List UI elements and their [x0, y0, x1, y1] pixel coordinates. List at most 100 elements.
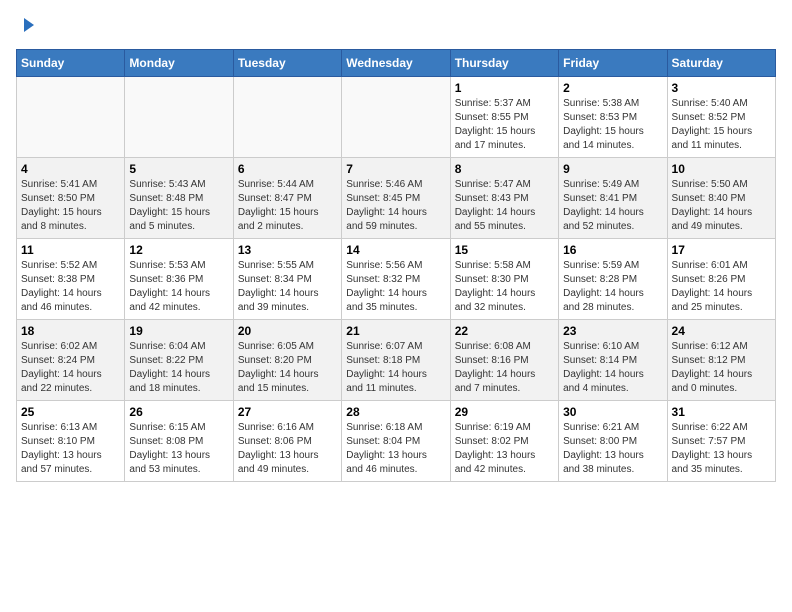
day-info: Sunrise: 5:41 AM Sunset: 8:50 PM Dayligh… [21, 179, 102, 232]
day-number: 15 [455, 243, 554, 257]
calendar-table: SundayMondayTuesdayWednesdayThursdayFrid… [16, 49, 776, 482]
day-number: 27 [238, 405, 337, 419]
day-info: Sunrise: 5:59 AM Sunset: 8:28 PM Dayligh… [563, 260, 644, 313]
day-info: Sunrise: 6:10 AM Sunset: 8:14 PM Dayligh… [563, 341, 644, 394]
day-info: Sunrise: 5:46 AM Sunset: 8:45 PM Dayligh… [346, 179, 427, 232]
calendar-day-cell: 12Sunrise: 5:53 AM Sunset: 8:36 PM Dayli… [125, 239, 233, 320]
day-info: Sunrise: 6:21 AM Sunset: 8:00 PM Dayligh… [563, 422, 644, 475]
calendar-header-row: SundayMondayTuesdayWednesdayThursdayFrid… [17, 50, 776, 77]
logo [16, 16, 36, 39]
day-info: Sunrise: 6:02 AM Sunset: 8:24 PM Dayligh… [21, 341, 102, 394]
weekday-header-monday: Monday [125, 50, 233, 77]
calendar-day-cell: 28 Sunrise: 6:18 AM Sunset: 8:04 PM Dayli… [342, 401, 450, 482]
day-number: 1 [455, 81, 554, 95]
day-info: Sunrise: 5:50 AM Sunset: 8:40 PM Dayligh… [672, 179, 753, 232]
day-number: 5 [129, 162, 228, 176]
day-info: Sunrise: 6:08 AM Sunset: 8:16 PM Dayligh… [455, 341, 536, 394]
day-number: 23 [563, 324, 662, 338]
day-info: Sunrise: 6:04 AM Sunset: 8:22 PM Dayligh… [129, 341, 210, 394]
day-info: Sunrise: 5:43 AM Sunset: 8:48 PM Dayligh… [129, 179, 210, 232]
calendar-day-cell: 19 Sunrise: 6:04 AM Sunset: 8:22 PM Dayli… [125, 320, 233, 401]
day-info: Sunrise: 5:58 AM Sunset: 8:30 PM Dayligh… [455, 260, 536, 313]
day-number: 10 [672, 162, 771, 176]
day-info: Sunrise: 6:12 AM Sunset: 8:12 PM Dayligh… [672, 341, 753, 394]
day-info: Sunrise: 5:38 AM Sunset: 8:53 PM Dayligh… [563, 98, 644, 151]
calendar-day-cell: 20Sunrise: 6:05 AM Sunset: 8:20 PM Dayli… [233, 320, 341, 401]
weekday-header-saturday: Saturday [667, 50, 775, 77]
day-number: 6 [238, 162, 337, 176]
day-number: 28 [346, 405, 445, 419]
weekday-header-tuesday: Tuesday [233, 50, 341, 77]
day-number: 29 [455, 405, 554, 419]
calendar-day-cell: 7Sunrise: 5:46 AM Sunset: 8:45 PM Daylig… [342, 158, 450, 239]
calendar-day-cell: 5 Sunrise: 5:43 AM Sunset: 8:48 PM Daylig… [125, 158, 233, 239]
calendar-day-cell [125, 77, 233, 158]
calendar-day-cell: 29 Sunrise: 6:19 AM Sunset: 8:02 PM Dayli… [450, 401, 558, 482]
day-number: 19 [129, 324, 228, 338]
day-number: 8 [455, 162, 554, 176]
day-number: 18 [21, 324, 120, 338]
calendar-day-cell: 17 Sunrise: 6:01 AM Sunset: 8:26 PM Dayli… [667, 239, 775, 320]
day-info: Sunrise: 6:07 AM Sunset: 8:18 PM Dayligh… [346, 341, 427, 394]
day-number: 22 [455, 324, 554, 338]
day-info: Sunrise: 6:19 AM Sunset: 8:02 PM Dayligh… [455, 422, 536, 475]
day-number: 17 [672, 243, 771, 257]
calendar-day-cell: 16 Sunrise: 5:59 AM Sunset: 8:28 PM Dayli… [559, 239, 667, 320]
day-info: Sunrise: 5:40 AM Sunset: 8:52 PM Dayligh… [672, 98, 753, 151]
day-number: 25 [21, 405, 120, 419]
day-info: Sunrise: 6:15 AM Sunset: 8:08 PM Dayligh… [129, 422, 210, 475]
calendar-day-cell: 3 Sunrise: 5:40 AM Sunset: 8:52 PM Daylig… [667, 77, 775, 158]
calendar-day-cell: 31 Sunrise: 6:22 AM Sunset: 7:57 PM Dayli… [667, 401, 775, 482]
day-info: Sunrise: 5:56 AM Sunset: 8:32 PM Dayligh… [346, 260, 427, 313]
calendar-day-cell: 4 Sunrise: 5:41 AM Sunset: 8:50 PM Daylig… [17, 158, 125, 239]
day-number: 11 [21, 243, 120, 257]
calendar-day-cell [342, 77, 450, 158]
calendar-day-cell: 24 Sunrise: 6:12 AM Sunset: 8:12 PM Dayli… [667, 320, 775, 401]
calendar-week-row: 11Sunrise: 5:52 AM Sunset: 8:38 PM Dayli… [17, 239, 776, 320]
calendar-day-cell: 21 Sunrise: 6:07 AM Sunset: 8:18 PM Dayli… [342, 320, 450, 401]
day-number: 26 [129, 405, 228, 419]
weekday-header-wednesday: Wednesday [342, 50, 450, 77]
calendar-day-cell: 22 Sunrise: 6:08 AM Sunset: 8:16 PM Dayli… [450, 320, 558, 401]
day-number: 2 [563, 81, 662, 95]
day-info: Sunrise: 6:22 AM Sunset: 7:57 PM Dayligh… [672, 422, 753, 475]
calendar-day-cell: 2 Sunrise: 5:38 AM Sunset: 8:53 PM Daylig… [559, 77, 667, 158]
calendar-day-cell: 26 Sunrise: 6:15 AM Sunset: 8:08 PM Dayli… [125, 401, 233, 482]
day-info: Sunrise: 5:55 AM Sunset: 8:34 PM Dayligh… [238, 260, 319, 313]
day-info: Sunrise: 6:18 AM Sunset: 8:04 PM Dayligh… [346, 422, 427, 475]
day-number: 16 [563, 243, 662, 257]
calendar-day-cell [17, 77, 125, 158]
calendar-day-cell: 13 Sunrise: 5:55 AM Sunset: 8:34 PM Dayli… [233, 239, 341, 320]
day-number: 4 [21, 162, 120, 176]
day-info: Sunrise: 5:47 AM Sunset: 8:43 PM Dayligh… [455, 179, 536, 232]
calendar-day-cell: 30Sunrise: 6:21 AM Sunset: 8:00 PM Dayli… [559, 401, 667, 482]
weekday-header-thursday: Thursday [450, 50, 558, 77]
calendar-day-cell: 27 Sunrise: 6:16 AM Sunset: 8:06 PM Dayli… [233, 401, 341, 482]
day-info: Sunrise: 6:05 AM Sunset: 8:20 PM Dayligh… [238, 341, 319, 394]
day-number: 31 [672, 405, 771, 419]
logo-arrow-icon [18, 16, 36, 39]
weekday-header-sunday: Sunday [17, 50, 125, 77]
calendar-day-cell: 8 Sunrise: 5:47 AM Sunset: 8:43 PM Daylig… [450, 158, 558, 239]
page-header [16, 16, 776, 39]
day-info: Sunrise: 6:16 AM Sunset: 8:06 PM Dayligh… [238, 422, 319, 475]
calendar-day-cell: 11Sunrise: 5:52 AM Sunset: 8:38 PM Dayli… [17, 239, 125, 320]
calendar-day-cell: 18 Sunrise: 6:02 AM Sunset: 8:24 PM Dayli… [17, 320, 125, 401]
calendar-day-cell: 15 Sunrise: 5:58 AM Sunset: 8:30 PM Dayli… [450, 239, 558, 320]
calendar-week-row: 18 Sunrise: 6:02 AM Sunset: 8:24 PM Dayli… [17, 320, 776, 401]
day-info: Sunrise: 5:37 AM Sunset: 8:55 PM Dayligh… [455, 98, 536, 151]
weekday-header-friday: Friday [559, 50, 667, 77]
day-info: Sunrise: 6:01 AM Sunset: 8:26 PM Dayligh… [672, 260, 753, 313]
day-number: 14 [346, 243, 445, 257]
day-number: 13 [238, 243, 337, 257]
day-number: 24 [672, 324, 771, 338]
day-number: 21 [346, 324, 445, 338]
calendar-week-row: 4 Sunrise: 5:41 AM Sunset: 8:50 PM Daylig… [17, 158, 776, 239]
calendar-day-cell: 1 Sunrise: 5:37 AM Sunset: 8:55 PM Daylig… [450, 77, 558, 158]
calendar-day-cell: 14 Sunrise: 5:56 AM Sunset: 8:32 PM Dayli… [342, 239, 450, 320]
day-number: 12 [129, 243, 228, 257]
calendar-day-cell: 25Sunrise: 6:13 AM Sunset: 8:10 PM Dayli… [17, 401, 125, 482]
calendar-day-cell: 10 Sunrise: 5:50 AM Sunset: 8:40 PM Dayli… [667, 158, 775, 239]
day-number: 3 [672, 81, 771, 95]
calendar-day-cell: 23 Sunrise: 6:10 AM Sunset: 8:14 PM Dayli… [559, 320, 667, 401]
